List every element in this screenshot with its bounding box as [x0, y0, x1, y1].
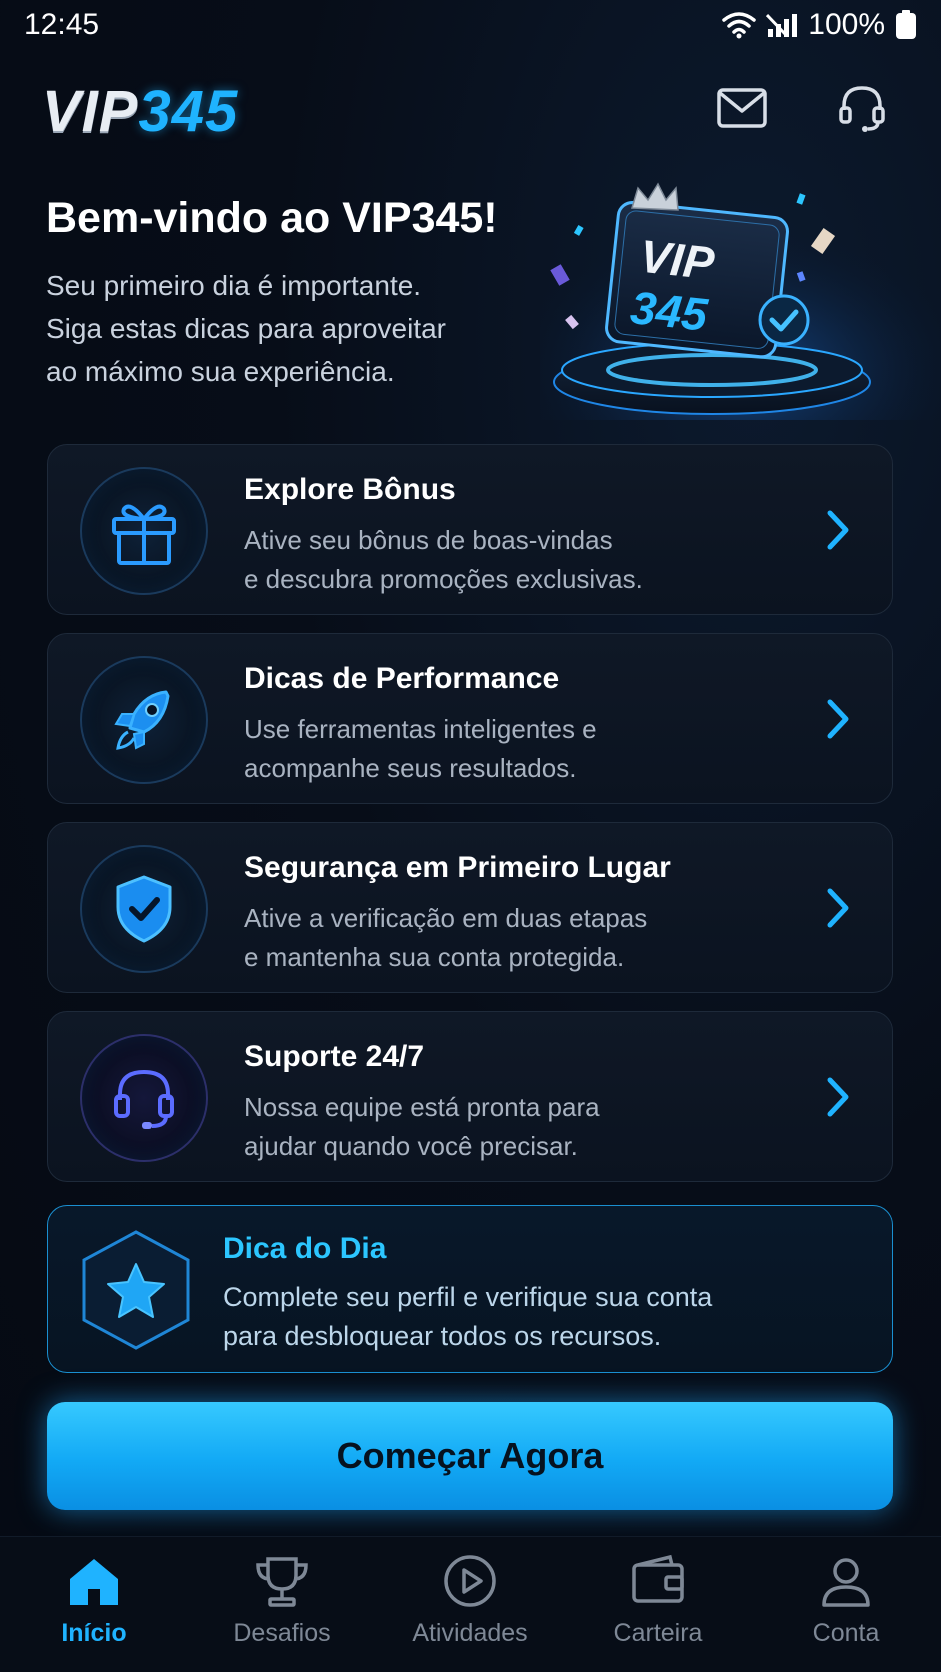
illustration-345-text: 345 [628, 281, 711, 341]
tip-description-line: para desbloquear todos os recursos. [223, 1321, 662, 1351]
chevron-right-icon [827, 699, 849, 739]
welcome-subtitle-line: Siga estas dicas para aproveitar [46, 313, 446, 344]
card-icon-container [80, 467, 208, 595]
card-description: Ative seu bônus de boas-vindas e descubr… [244, 521, 643, 599]
card-description-line: Nossa equipe está pronta para [244, 1092, 600, 1122]
app-header: VIP345 [0, 70, 941, 150]
headset-icon [114, 1069, 174, 1129]
card-description-line: Ative seu bônus de boas-vindas [244, 525, 613, 555]
tip-title: Dica do Dia [223, 1232, 387, 1265]
rocket-icon [114, 690, 170, 750]
nav-item-inicio[interactable]: Início [9, 1551, 179, 1661]
nav-label: Início [61, 1619, 127, 1647]
card-title: Segurança em Primeiro Lugar [244, 851, 671, 884]
card-description-line: e mantenha sua conta protegida. [244, 942, 625, 972]
welcome-subtitle-line: ao máximo sua experiência. [46, 356, 395, 387]
vip-podium-illustration: VIP 345 [540, 170, 940, 420]
status-indicators: 100% [722, 8, 917, 42]
card-description-line: ajudar quando você precisar. [244, 1131, 578, 1161]
illustration-vip-text: VIP [638, 230, 717, 289]
card-description: Nossa equipe está pronta para ajudar qua… [244, 1088, 600, 1166]
star-icon [82, 1230, 190, 1350]
status-time: 12:45 [24, 8, 100, 41]
support-button[interactable] [832, 78, 892, 138]
messages-button[interactable] [712, 78, 772, 138]
signal-icon [766, 13, 798, 37]
nav-label: Carteira [613, 1619, 703, 1647]
mail-icon [717, 88, 767, 128]
nav-item-desafios[interactable]: Desafios [197, 1551, 367, 1661]
nav-item-carteira[interactable]: Carteira [573, 1551, 743, 1661]
card-performance-tips[interactable]: Dicas de Performance Use ferramentas int… [47, 633, 893, 804]
logo-text-main: VIP [42, 79, 139, 144]
welcome-hero: Bem-vindo ao VIP345! Seu primeiro dia é … [0, 160, 941, 420]
headset-icon [839, 86, 885, 132]
card-description-line: acompanhe seus resultados. [244, 753, 577, 783]
chevron-right-icon [827, 510, 849, 550]
tip-description-line: Complete seu perfil e verifique sua cont… [223, 1282, 713, 1312]
card-description: Ative a verificação em duas etapas e man… [244, 899, 647, 977]
card-description: Use ferramentas inteligentes e acompanhe… [244, 710, 597, 788]
user-icon [822, 1558, 870, 1607]
card-explore-bonus[interactable]: Explore Bônus Ative seu bônus de boas-vi… [47, 444, 893, 615]
app-screen: 12:45 100% VIP345 Bem-vindo ao VIP345! S… [0, 0, 941, 1672]
welcome-title: Bem-vindo ao VIP345! [46, 194, 498, 242]
nav-label: Atividades [412, 1619, 528, 1647]
status-bar: 12:45 100% [0, 0, 941, 52]
card-security-first[interactable]: Segurança em Primeiro Lugar Ative a veri… [47, 822, 893, 993]
card-icon-container [80, 845, 208, 973]
nav-item-conta[interactable]: Conta [761, 1551, 931, 1661]
card-description-line: Ative a verificação em duas etapas [244, 903, 648, 933]
wallet-icon [632, 1554, 684, 1603]
welcome-subtitle-line: Seu primeiro dia é importante. [46, 270, 422, 301]
card-title: Dicas de Performance [244, 662, 560, 695]
card-title: Suporte 24/7 [244, 1040, 425, 1073]
nav-label: Conta [812, 1619, 880, 1647]
bottom-navigation: Início Desafios Atividades Carteira Cont… [0, 1536, 941, 1672]
welcome-subtitle: Seu primeiro dia é importante. Siga esta… [46, 264, 526, 393]
card-icon-container [80, 1034, 208, 1162]
battery-percentage: 100% [808, 8, 885, 41]
trophy-icon [256, 1557, 308, 1607]
nav-label: Desafios [233, 1619, 331, 1647]
shield-check-icon [116, 875, 172, 943]
tip-of-the-day[interactable]: Dica do Dia Complete seu perfil e verifi… [47, 1205, 893, 1373]
logo-text-accent: 345 [138, 79, 239, 144]
card-icon-container [80, 656, 208, 784]
start-now-button[interactable]: Começar Agora [47, 1402, 893, 1510]
chevron-right-icon [827, 1077, 849, 1117]
card-title: Explore Bônus [244, 473, 456, 506]
tip-description: Complete seu perfil e verifique sua cont… [223, 1278, 712, 1356]
card-support-24-7[interactable]: Suporte 24/7 Nossa equipe está pronta pa… [47, 1011, 893, 1182]
chevron-right-icon [827, 888, 849, 928]
wifi-icon [722, 12, 757, 39]
battery-icon [896, 10, 916, 39]
play-icon [444, 1555, 496, 1607]
home-icon [70, 1559, 118, 1605]
card-description-line: e descubra promoções exclusivas. [244, 564, 643, 594]
nav-item-atividades[interactable]: Atividades [385, 1551, 555, 1661]
brand-logo[interactable]: VIP345 [42, 78, 238, 145]
gift-icon [112, 504, 176, 565]
card-description-line: Use ferramentas inteligentes e [244, 714, 597, 744]
